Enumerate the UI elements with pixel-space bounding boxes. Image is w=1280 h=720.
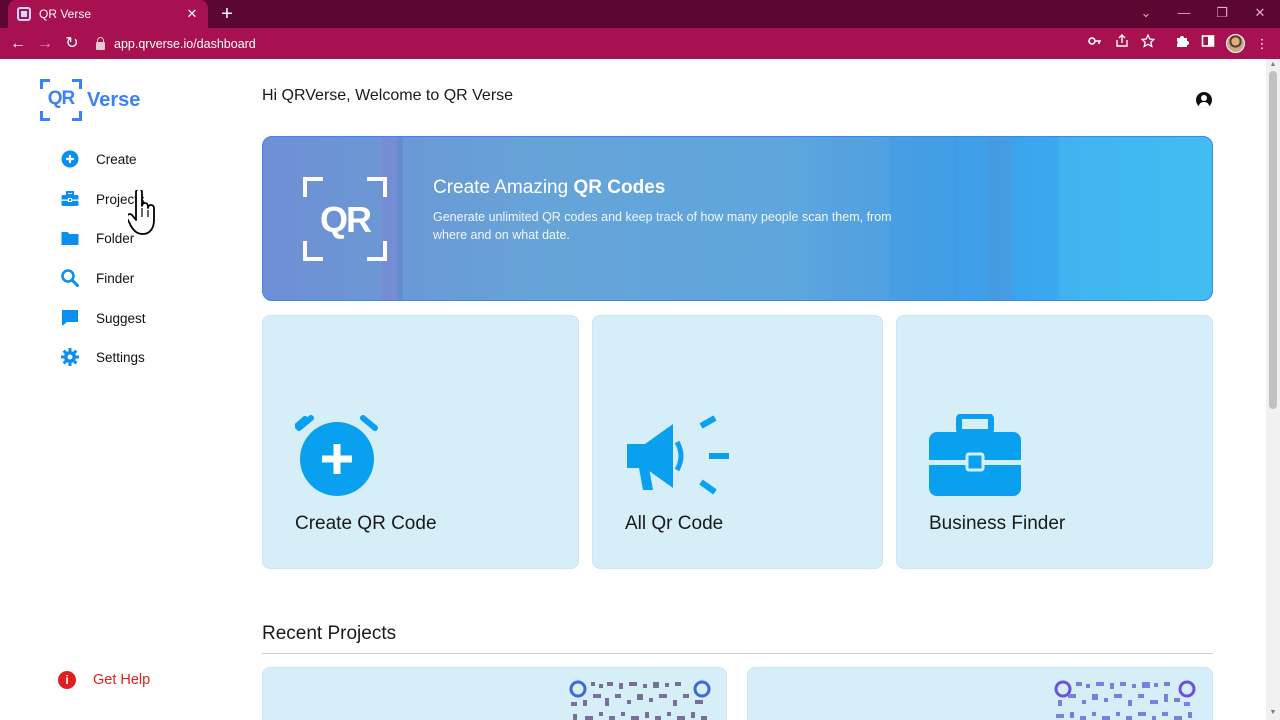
briefcase-icon	[60, 189, 80, 209]
hero-banner: QR Create Amazing QR Codes Generate unli…	[262, 136, 1213, 301]
new-tab-button[interactable]: +	[216, 3, 238, 25]
get-help-label: Get Help	[93, 672, 151, 688]
create-qr-code-card[interactable]: Create QR Code	[262, 315, 579, 569]
qr-code-thumbnail	[569, 680, 711, 720]
lock-icon	[96, 36, 105, 50]
scroll-down-icon[interactable]: ▼	[1269, 709, 1277, 717]
hand-pointer-cursor-icon	[128, 190, 155, 235]
address-bar[interactable]: app.qrverse.io/dashboard	[96, 35, 256, 53]
browser-menu-icon[interactable]: ⋮	[1252, 34, 1272, 54]
scrollbar-thumb[interactable]	[1269, 71, 1277, 409]
scroll-up-icon[interactable]: ▲	[1269, 61, 1277, 69]
recent-projects-heading: Recent Projects	[262, 623, 397, 644]
sidebar-item-label: Create	[96, 151, 137, 167]
folder-icon	[60, 228, 80, 248]
qr-code-thumbnail	[1054, 680, 1196, 720]
plus-circle-icon	[60, 149, 80, 169]
hero-title: Create Amazing QR Codes	[433, 177, 666, 198]
hero-qr-icon: QR	[303, 177, 387, 261]
qrverse-logo[interactable]: QR Verse	[40, 79, 140, 121]
search-icon	[60, 268, 80, 288]
chat-bubble-icon	[60, 308, 80, 328]
forward-button[interactable]: →	[34, 33, 56, 55]
card-label: Business Finder	[929, 513, 1066, 534]
card-label: Create QR Code	[295, 513, 437, 534]
close-window-button[interactable]: ✕	[1241, 0, 1279, 28]
business-finder-card[interactable]: Business Finder	[896, 315, 1213, 569]
restore-button[interactable]: ❐	[1203, 0, 1241, 28]
browser-toolbar: ← → ↻ app.qrverse.io/dashboard ⋮	[0, 28, 1280, 59]
sidebar-item-settings[interactable]: Settings	[60, 346, 200, 368]
alarm-plus-icon	[294, 414, 379, 498]
sidebar-item-finder[interactable]: Finder	[60, 267, 200, 289]
hero-description: Generate unlimited QR codes and keep tra…	[433, 210, 892, 242]
logo-wordmark: Verse	[87, 88, 141, 111]
url-text: app.qrverse.io/dashboard	[114, 37, 256, 51]
sidebar-item-label: Settings	[96, 349, 145, 365]
tab-favicon-icon	[17, 7, 31, 21]
sidebar-item-label: Finder	[96, 270, 135, 286]
user-account-icon[interactable]	[1196, 92, 1212, 108]
tab-title: QR Verse	[39, 7, 92, 21]
bookmark-star-icon[interactable]	[1138, 33, 1158, 54]
briefcase-icon	[929, 413, 1021, 498]
extensions-puzzle-icon[interactable]	[1172, 34, 1192, 54]
qr-logo-icon: QR	[40, 79, 82, 121]
reload-button[interactable]: ↻	[61, 33, 83, 55]
all-qr-code-card[interactable]: All Qr Code	[592, 315, 883, 569]
browser-titlebar: QR Verse ✕ + ⌄ — ❐ ✕	[0, 0, 1280, 28]
tab-close-icon[interactable]: ✕	[182, 6, 202, 22]
minimize-button[interactable]: —	[1165, 0, 1203, 28]
megaphone-icon	[625, 414, 729, 498]
key-icon[interactable]	[1085, 34, 1105, 54]
welcome-message: Hi QRVerse, Welcome to QR Verse	[262, 87, 514, 104]
page-scrollbar[interactable]: ▲ ▼	[1266, 59, 1280, 720]
gear-icon	[60, 347, 80, 367]
project-card[interactable]	[262, 667, 727, 720]
side-panel-icon[interactable]	[1198, 34, 1218, 54]
sidebar-item-label: Suggest	[96, 310, 146, 326]
profile-avatar[interactable]	[1226, 34, 1245, 53]
tab-search-icon[interactable]: ⌄	[1127, 0, 1165, 28]
share-icon[interactable]	[1112, 34, 1132, 54]
card-label: All Qr Code	[625, 513, 724, 534]
info-icon: i	[58, 671, 76, 689]
project-card[interactable]	[747, 667, 1213, 720]
sidebar-item-create[interactable]: Create	[60, 148, 200, 170]
back-button[interactable]: ←	[7, 33, 29, 55]
get-help-link[interactable]: i Get Help	[58, 671, 150, 689]
dashboard-page: QR Verse Create Projects Folder Finder S…	[0, 59, 1266, 720]
browser-tab[interactable]: QR Verse ✕	[8, 0, 208, 28]
sidebar-item-suggest[interactable]: Suggest	[60, 307, 200, 329]
recent-projects-divider	[262, 653, 1213, 654]
